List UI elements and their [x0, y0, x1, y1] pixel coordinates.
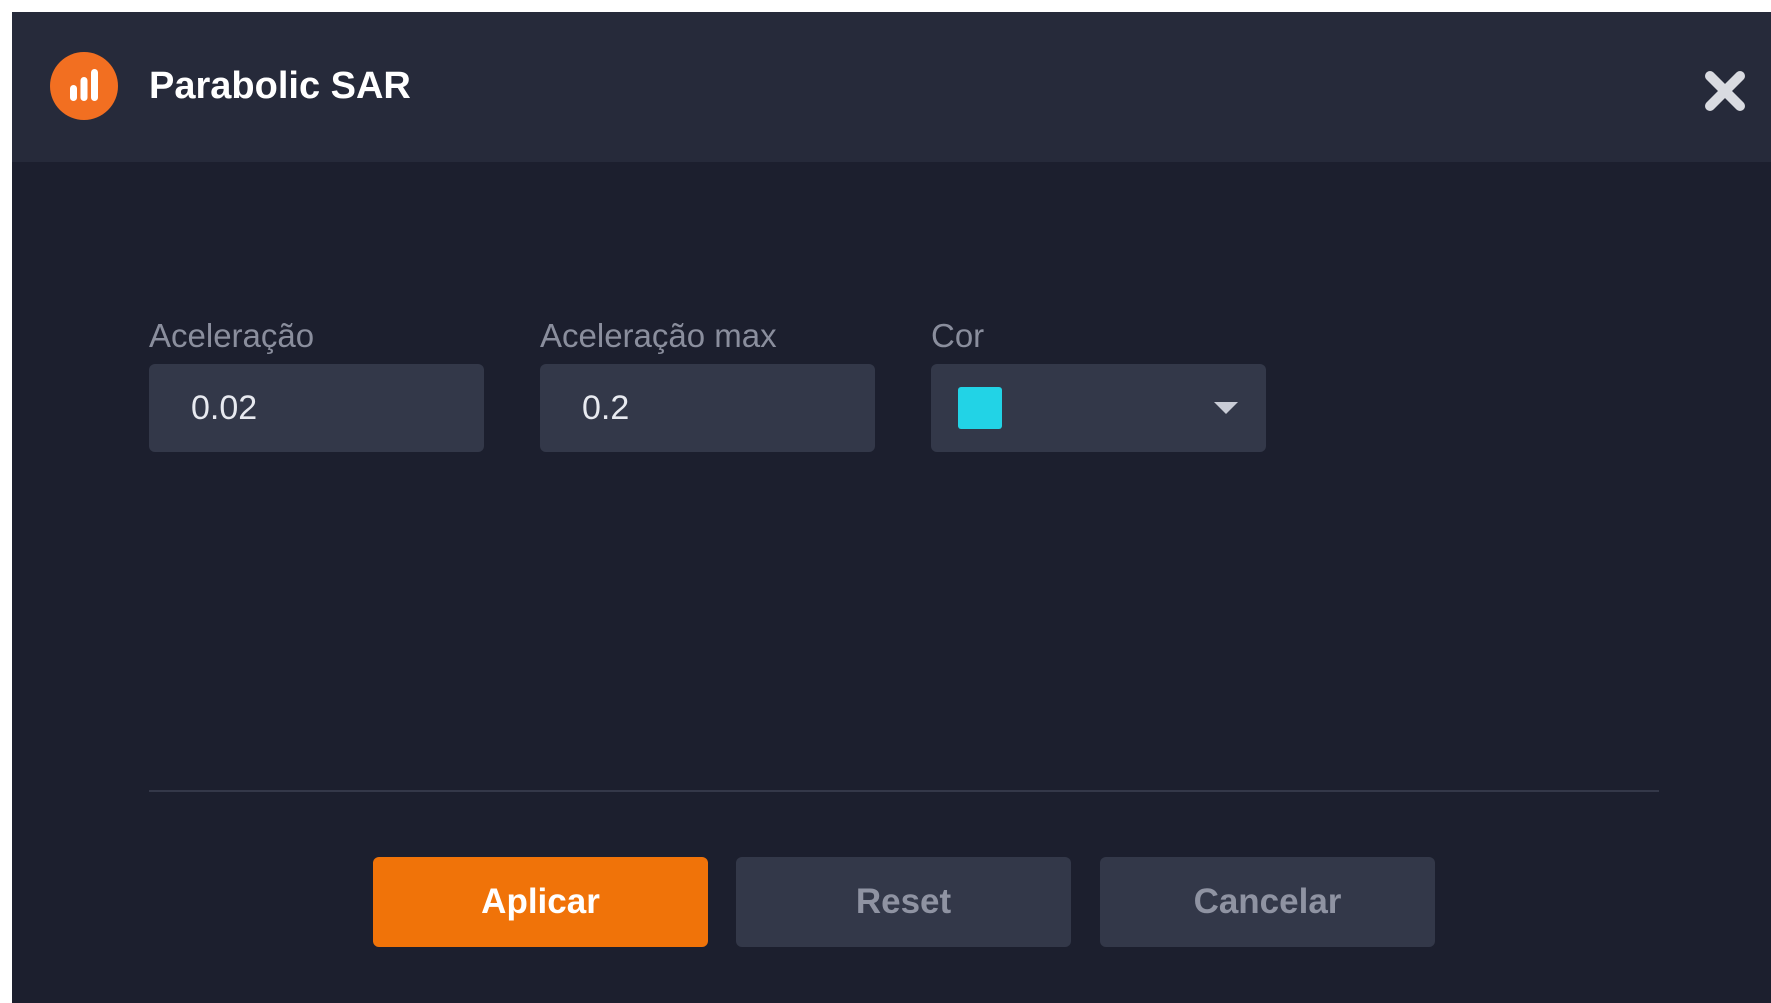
- footer-divider: [149, 790, 1659, 792]
- acceleration-field: Aceleração: [149, 314, 484, 452]
- cancel-button[interactable]: Cancelar: [1100, 857, 1435, 947]
- color-label: Cor: [931, 317, 985, 354]
- acceleration-max-field: Aceleração max: [540, 314, 875, 452]
- indicator-settings-dialog: Parabolic SAR Aceleração Aceleração max …: [12, 12, 1771, 1003]
- color-field: Cor: [931, 314, 1266, 452]
- indicator-chart-icon: [50, 52, 118, 120]
- dialog-title: Parabolic SAR: [149, 65, 411, 107]
- acceleration-max-input[interactable]: [540, 364, 875, 452]
- color-select[interactable]: [931, 364, 1266, 452]
- color-swatch: [958, 387, 1002, 429]
- reset-button[interactable]: Reset: [736, 857, 1071, 947]
- apply-button[interactable]: Aplicar: [373, 857, 708, 947]
- caret-down-icon: [1214, 402, 1238, 414]
- dialog-header: Parabolic SAR: [12, 12, 1771, 162]
- acceleration-input[interactable]: [149, 364, 484, 452]
- acceleration-label: Aceleração: [149, 317, 315, 354]
- close-icon[interactable]: [1701, 67, 1749, 115]
- acceleration-max-label: Aceleração max: [540, 317, 777, 354]
